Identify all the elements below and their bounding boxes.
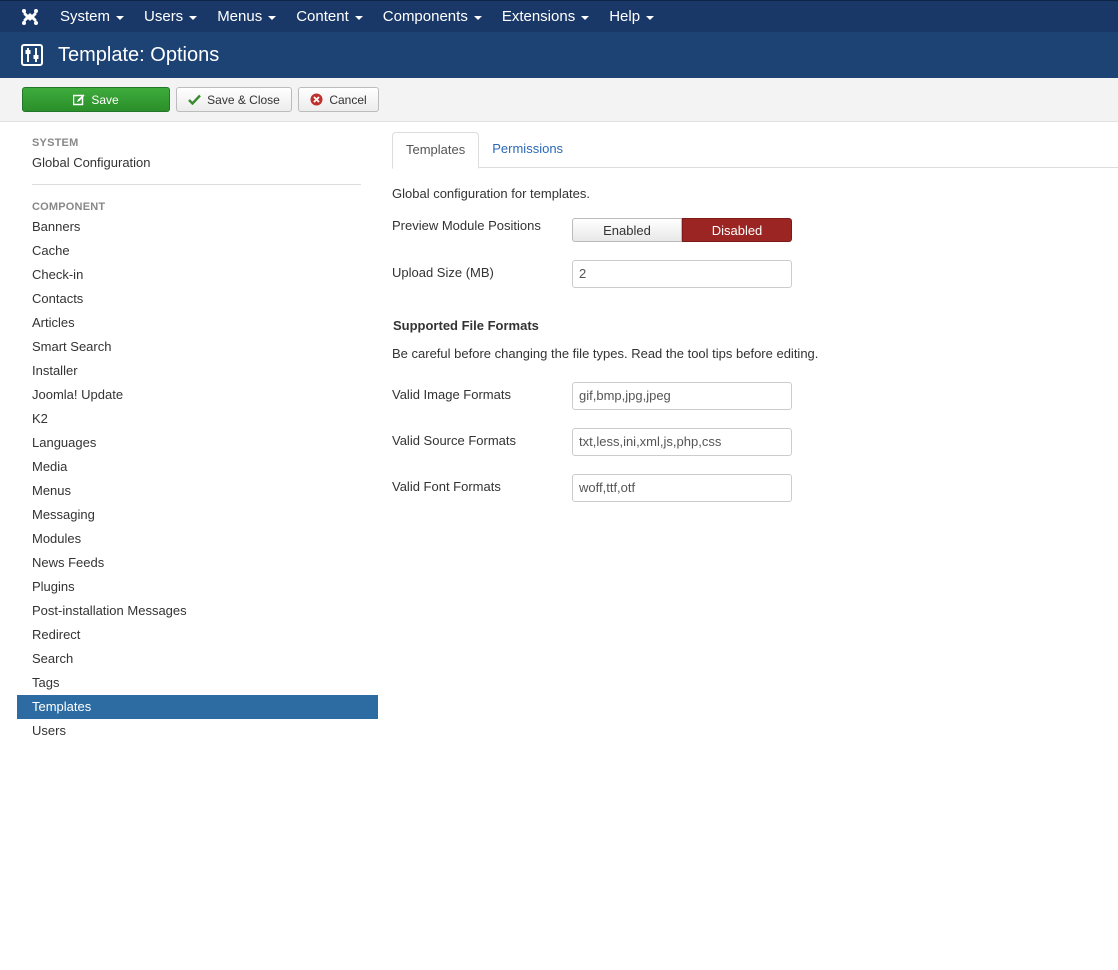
save-close-label: Save & Close (207, 92, 280, 107)
page-header: Template: Options (0, 32, 1118, 78)
caret-down-icon (354, 15, 363, 20)
menu-extensions[interactable]: Extensions (492, 2, 599, 32)
save-close-button[interactable]: Save & Close (176, 87, 292, 112)
edit-icon (73, 94, 85, 105)
menu-label: Users (144, 8, 184, 25)
caret-down-icon (473, 15, 482, 20)
valid-font-formats-label: Valid Font Formats (392, 479, 501, 494)
sidebar-item-articles[interactable]: Articles (17, 311, 378, 335)
sidebar-item-modules[interactable]: Modules (17, 527, 378, 551)
upload-size-label: Upload Size (MB) (392, 265, 494, 280)
sidebar-heading-system: SYSTEM (32, 137, 79, 149)
tab-permissions[interactable]: Permissions (479, 132, 576, 168)
checkmark-icon (188, 94, 202, 105)
menu-label: Extensions (501, 8, 576, 25)
sidebar: SYSTEM Global Configuration COMPONENT Ba… (17, 122, 378, 743)
sidebar-item-media[interactable]: Media (17, 455, 378, 479)
menu-label: Content (296, 8, 349, 25)
supported-file-formats-heading: Supported File Formats (393, 318, 539, 333)
sidebar-heading-component: COMPONENT (32, 201, 106, 213)
sidebar-item-k2[interactable]: K2 (17, 407, 378, 431)
tab-templates[interactable]: Templates (392, 132, 480, 169)
options-tabs: Templates Permissions (392, 132, 1118, 169)
valid-source-formats-label: Valid Source Formats (392, 433, 517, 448)
sidebar-item-tags[interactable]: Tags (17, 671, 378, 695)
menu-system[interactable]: System (50, 2, 134, 32)
menu-users[interactable]: Users (134, 2, 207, 32)
cancel-button[interactable]: Cancel (298, 87, 379, 112)
sidebar-item-cache[interactable]: Cache (17, 239, 378, 263)
menu-label: Components (382, 8, 468, 25)
sidebar-component-list: Banners Cache Check-in Contacts Articles… (17, 215, 378, 743)
caret-down-icon (646, 15, 655, 20)
valid-image-formats-label: Valid Image Formats (392, 387, 511, 402)
sidebar-item-smart-search[interactable]: Smart Search (17, 335, 378, 359)
menu-label: System (60, 8, 111, 25)
sidebar-item-languages[interactable]: Languages (17, 431, 378, 455)
caret-down-icon (581, 15, 590, 20)
sidebar-item-contacts[interactable]: Contacts (17, 287, 378, 311)
options-sliders-icon (21, 44, 43, 66)
preview-module-positions-toggle: Enabled Disabled (572, 218, 792, 242)
caret-down-icon (268, 15, 277, 20)
sidebar-item-news-feeds[interactable]: News Feeds (17, 551, 378, 575)
sidebar-item-installer[interactable]: Installer (17, 359, 378, 383)
preview-module-positions-label: Preview Module Positions (392, 218, 541, 233)
sidebar-item-users[interactable]: Users (17, 719, 378, 743)
valid-font-formats-input[interactable]: woff,ttf,otf (572, 474, 792, 502)
sidebar-item-search[interactable]: Search (17, 647, 378, 671)
form-description: Global configuration for templates. (392, 186, 590, 201)
preview-enabled-option[interactable]: Enabled (572, 218, 682, 242)
sidebar-item-plugins[interactable]: Plugins (17, 575, 378, 599)
menu-help[interactable]: Help (599, 2, 664, 32)
toolbar: Save Save & Close Cancel (0, 78, 1118, 122)
sidebar-item-banners[interactable]: Banners (17, 215, 378, 239)
preview-disabled-option[interactable]: Disabled (682, 218, 792, 242)
save-label: Save (91, 92, 119, 107)
valid-source-formats-input[interactable]: txt,less,ini,xml,js,php,css (572, 428, 792, 456)
save-button[interactable]: Save (22, 87, 170, 112)
caret-down-icon (116, 15, 125, 20)
sidebar-item-redirect[interactable]: Redirect (17, 623, 378, 647)
sidebar-divider (32, 184, 361, 185)
cancel-circle-icon (310, 93, 323, 106)
sidebar-item-joomla-update[interactable]: Joomla! Update (17, 383, 378, 407)
valid-image-formats-input[interactable]: gif,bmp,jpg,jpeg (572, 382, 792, 410)
sidebar-item-messaging[interactable]: Messaging (17, 503, 378, 527)
sidebar-item-global-configuration[interactable]: Global Configuration (17, 151, 378, 175)
menu-label: Menus (217, 8, 263, 25)
menu-components[interactable]: Components (373, 2, 492, 32)
joomla-logo-icon[interactable] (10, 2, 50, 32)
sidebar-item-post-installation-messages[interactable]: Post-installation Messages (17, 599, 378, 623)
caret-down-icon (189, 15, 198, 20)
menu-label: Help (609, 8, 641, 25)
main-menu: System Users Menus Content Components Ex… (50, 2, 664, 32)
file-formats-note: Be careful before changing the file type… (392, 346, 819, 361)
menu-content[interactable]: Content (286, 2, 373, 32)
upload-size-input[interactable]: 2 (572, 260, 792, 288)
sidebar-item-check-in[interactable]: Check-in (17, 263, 378, 287)
menu-menus[interactable]: Menus (207, 2, 286, 32)
page-title: Template: Options (58, 43, 220, 66)
cancel-label: Cancel (329, 92, 367, 107)
top-navbar: System Users Menus Content Components Ex… (0, 0, 1118, 32)
sidebar-item-menus[interactable]: Menus (17, 479, 378, 503)
sidebar-item-templates[interactable]: Templates (17, 695, 378, 719)
